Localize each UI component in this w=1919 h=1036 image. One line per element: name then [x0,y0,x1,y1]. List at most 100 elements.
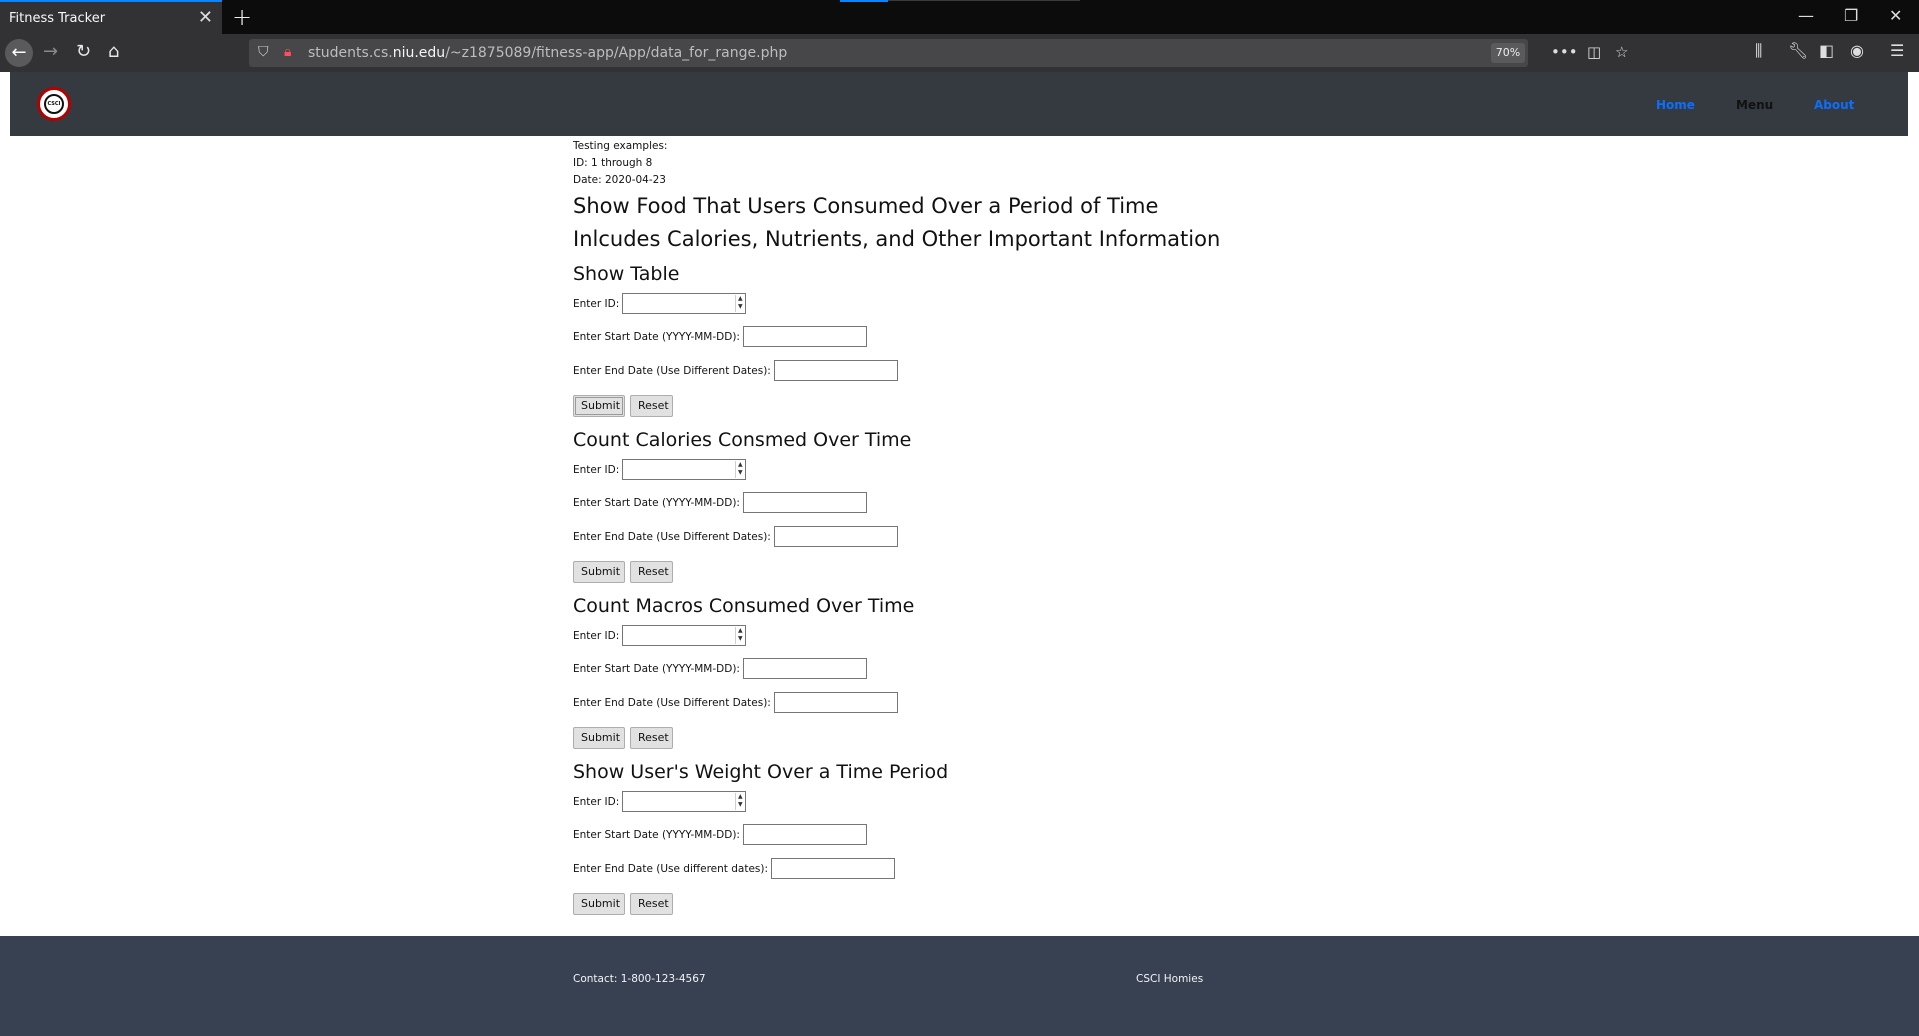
back-arrow-icon[interactable]: ← [5,39,33,67]
id-number-input[interactable]: ▲ ▼ [622,625,747,646]
page-title-line-2: Inlcudes Calories, Nutrients, and Other … [573,227,1221,251]
id-label: Enter ID: [573,795,620,808]
site-logo[interactable]: CSCI [37,87,71,121]
pocket-icon[interactable]: ◫ [1587,43,1601,61]
end-date-label: Enter End Date (Use different dates): [573,862,769,875]
end-date-row: Enter End Date (Use Different Dates): [573,526,898,547]
id-label: Enter ID: [573,629,620,642]
end-date-row: Enter End Date (Use Different Dates): [573,360,898,381]
end-date-label: Enter End Date (Use Different Dates): [573,696,771,709]
url-host: niu.edu [392,45,446,61]
start-date-label: Enter Start Date (YYYY-MM-DD): [573,330,740,343]
section-show-table: Show Table Enter ID: ▲ ▼ Enter Start Date … [573,262,1273,417]
start-date-label: Enter Start Date (YYYY-MM-DD): [573,662,740,675]
start-date-input[interactable] [742,658,867,679]
site-footer: Contact: 1-800-123-4567 CSCI Homies [0,936,1919,1036]
url-prefix: students.cs. [308,45,393,61]
id-number-input[interactable]: ▲ ▼ [622,459,747,480]
id-row: Enter ID: ▲ ▼ [573,625,747,646]
url-path: /~z1875089/fitness-app/App/data_for_rang… [445,45,788,61]
new-tab-icon[interactable]: + [232,3,252,31]
site-header: CSCI Home Menu About [10,72,1908,136]
zoom-level[interactable]: 70% [1491,43,1525,63]
bookmark-star-icon[interactable]: ☆ [1615,43,1628,61]
id-number-input[interactable]: ▲ ▼ [622,293,747,314]
browser-tab-bar: Fitness Tracker ✕ + — ❐ ✕ [0,0,1919,34]
nav-about-link[interactable]: About [1814,98,1854,112]
start-date-row: Enter Start Date (YYYY-MM-DD): [573,658,867,679]
main-content: Testing examples: ID: 1 through 8 Date: … [573,138,1273,255]
library-icon[interactable]: ⫼ [1755,41,1762,61]
submit-button[interactable]: Submit [573,727,625,749]
testing-line-1: Testing examples: [573,140,668,152]
id-label: Enter ID: [573,297,620,310]
spinner-icon[interactable]: ▲ ▼ [735,461,744,478]
close-window-icon[interactable]: ✕ [1889,6,1902,25]
browser-toolbar: ← → ↻ ⌂ ⛉ 🔒︎ students.cs.niu.edu/~z18750… [0,34,1919,72]
reload-icon[interactable]: ↻ [76,41,91,62]
reset-button[interactable]: Reset [630,893,673,915]
url-text: students.cs.niu.edu/~z1875089/fitness-ap… [308,45,787,61]
url-bar[interactable]: ⛉ 🔒︎ students.cs.niu.edu/~z1875089/fitne… [249,39,1628,67]
more-actions-icon[interactable]: ••• [1551,43,1578,61]
section-count-calories: Count Calories Consmed Over Time Enter I… [573,428,1273,583]
start-date-input[interactable] [742,492,867,513]
tab-strip-line [888,0,1080,1]
hamburger-menu-icon[interactable]: ☰ [1890,41,1904,60]
tab-title: Fitness Tracker [9,11,106,26]
testing-line-3: Date: 2020-04-23 [573,174,666,186]
section-title: Show Table [573,263,680,285]
end-date-label: Enter End Date (Use Different Dates): [573,364,771,377]
section-title: Show User's Weight Over a Time Period [573,761,949,783]
nav-home-link[interactable]: Home [1656,98,1695,112]
minimize-icon[interactable]: — [1798,6,1814,25]
sidebar-icon[interactable]: ◧ [1819,41,1834,60]
page-title-line-1: Show Food That Users Consumed Over a Per… [573,194,1159,218]
id-row: Enter ID: ▲ ▼ [573,459,747,480]
footer-brand: CSCI Homies [1136,973,1204,985]
end-date-input[interactable] [771,858,896,879]
id-row: Enter ID: ▲ ▼ [573,293,747,314]
testing-examples: Testing examples: ID: 1 through 8 Date: … [573,138,1273,189]
insecure-lock-icon[interactable]: 🔒︎ [284,44,291,60]
forward-arrow-icon[interactable]: → [43,41,58,62]
spinner-icon[interactable]: ▲ ▼ [735,627,744,644]
end-date-row: Enter End Date (Use Different Dates): [573,692,898,713]
spinner-icon[interactable]: ▲ ▼ [735,295,744,312]
section-title: Count Macros Consumed Over Time [573,595,915,617]
end-date-row: Enter End Date (Use different dates): [573,858,896,879]
tab-drag-indicator [840,0,888,2]
submit-button[interactable]: Submit [573,395,625,417]
browser-tab[interactable]: Fitness Tracker ✕ [0,0,222,34]
start-date-label: Enter Start Date (YYYY-MM-DD): [573,496,740,509]
section-show-weight: Show User's Weight Over a Time Period En… [573,760,1273,915]
reset-button[interactable]: Reset [630,727,673,749]
reset-button[interactable]: Reset [630,395,673,417]
start-date-row: Enter Start Date (YYYY-MM-DD): [573,326,867,347]
start-date-label: Enter Start Date (YYYY-MM-DD): [573,828,740,841]
footer-contact: Contact: 1-800-123-4567 [573,973,706,985]
end-date-input[interactable] [773,360,898,381]
id-row: Enter ID: ▲ ▼ [573,791,747,812]
submit-button[interactable]: Submit [573,893,625,915]
spinner-icon[interactable]: ▲ ▼ [735,793,744,810]
close-tab-icon[interactable]: ✕ [198,7,213,28]
start-date-row: Enter Start Date (YYYY-MM-DD): [573,492,867,513]
section-count-macros: Count Macros Consumed Over Time Enter ID… [573,594,1273,749]
end-date-input[interactable] [773,692,898,713]
logo-text: CSCI [44,94,64,114]
id-label: Enter ID: [573,463,620,476]
start-date-input[interactable] [742,326,867,347]
wrench-icon[interactable]: 🔧︎ [1788,41,1808,60]
nav-menu-link[interactable]: Menu [1736,98,1773,112]
account-icon[interactable]: ◉ [1850,41,1864,60]
start-date-input[interactable] [742,824,867,845]
id-number-input[interactable]: ▲ ▼ [622,791,747,812]
submit-button[interactable]: Submit [573,561,625,583]
restore-icon[interactable]: ❐ [1844,6,1858,25]
testing-line-2: ID: 1 through 8 [573,157,653,169]
shield-icon[interactable]: ⛉ [258,44,269,60]
reset-button[interactable]: Reset [630,561,673,583]
end-date-input[interactable] [773,526,898,547]
home-icon[interactable]: ⌂ [108,41,119,62]
